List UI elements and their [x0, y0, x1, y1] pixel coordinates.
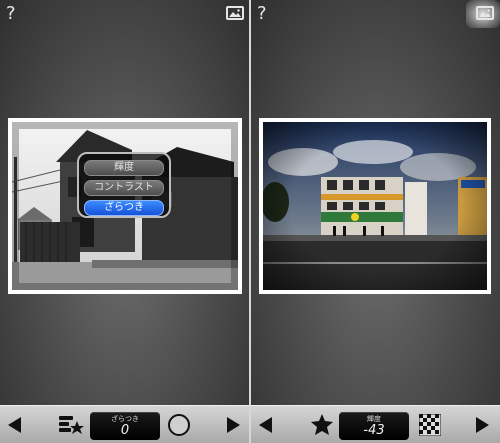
menu-item-grain[interactable]: ざらつき — [84, 200, 164, 216]
arrow-right-icon[interactable] — [224, 406, 242, 443]
image-icon[interactable] — [476, 6, 494, 20]
menu-item-contrast[interactable]: コントラスト — [84, 180, 164, 196]
right-screen: ? 輝度 -43 — [251, 0, 500, 443]
circle-icon[interactable] — [166, 406, 192, 443]
parameter-value: 0 — [120, 423, 130, 438]
help-icon[interactable]: ? — [257, 4, 267, 24]
help-icon[interactable]: ? — [6, 4, 16, 24]
image-icon[interactable] — [226, 6, 244, 20]
left-screen: ? 輝度 コントラスト ざらつき ざらつき 0 — [0, 0, 249, 443]
adjustment-menu: 輝度 コントラスト ざらつき — [77, 152, 171, 218]
street-building-photo — [259, 118, 491, 294]
star-icon[interactable] — [309, 406, 335, 443]
arrow-right-icon[interactable] — [473, 406, 491, 443]
menu-item-brightness[interactable]: 輝度 — [84, 160, 164, 176]
arrow-left-icon[interactable] — [257, 406, 275, 443]
app-screens: ? 輝度 コントラスト ざらつき ざらつき 0 ? 輝度 -43 — [0, 0, 500, 443]
adjust-star-icon[interactable] — [56, 406, 86, 443]
parameter-display: ざらつき 0 — [90, 412, 160, 440]
bottom-toolbar: ざらつき 0 — [0, 405, 249, 443]
bottom-toolbar: 輝度 -43 — [251, 405, 500, 443]
checkerboard-icon[interactable] — [417, 406, 443, 443]
arrow-left-icon[interactable] — [6, 406, 24, 443]
parameter-display: 輝度 -43 — [339, 412, 409, 440]
parameter-value: -43 — [363, 423, 385, 438]
